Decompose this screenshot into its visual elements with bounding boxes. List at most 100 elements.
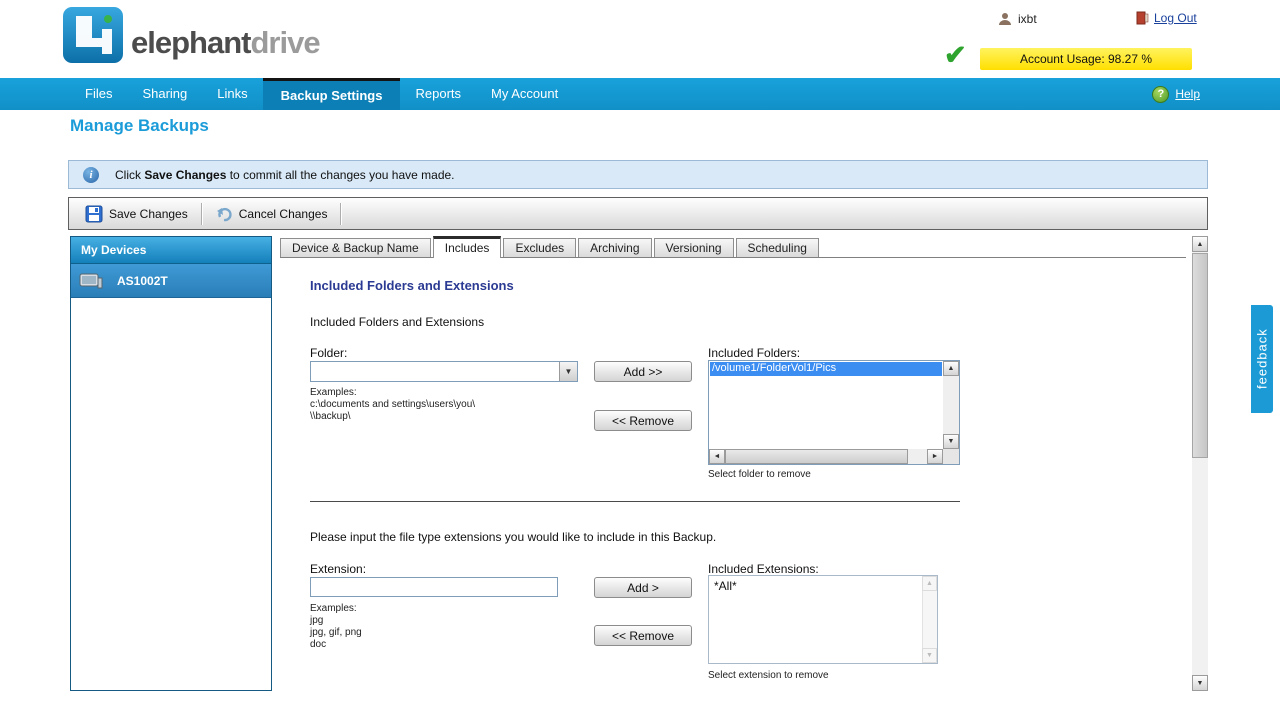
save-changes-label: Save Changes	[109, 206, 188, 221]
extensions-vertical-scrollbar[interactable]: ▲ ▼	[922, 576, 937, 663]
page-title: Manage Backups	[70, 116, 209, 135]
folders-vertical-scrollbar[interactable]: ▲ ▼	[943, 361, 959, 449]
extensions-instruction: Please input the file type extensions yo…	[310, 530, 717, 544]
logo-text: elephantdrive	[131, 25, 321, 64]
user-info: ixbt	[998, 12, 1037, 26]
folder-example-1: c:\documents and settings\users\you\	[310, 399, 476, 410]
info-message-bold: Save Changes	[144, 167, 227, 182]
feedback-tab[interactable]: feedback	[1251, 305, 1273, 413]
vertical-scroll-thumb[interactable]	[1192, 253, 1208, 458]
checkmark-icon: ✔	[944, 40, 967, 70]
included-folders-listbox[interactable]: /volume1/FolderVol1/Pics ▲ ▼ ◄ ►	[708, 360, 960, 465]
cancel-icon	[216, 207, 232, 221]
logout-link[interactable]: Log Out	[1154, 11, 1197, 25]
included-folder-item-selected[interactable]: /volume1/FolderVol1/Pics	[710, 362, 942, 376]
scroll-right-icon[interactable]: ►	[927, 449, 943, 464]
toolbar-separator	[340, 202, 342, 225]
help-icon: ?	[1152, 85, 1170, 103]
remove-folder-button[interactable]: << Remove	[594, 410, 692, 431]
account-usage-text: Account Usage: 98.27 %	[1019, 52, 1153, 66]
device-name: AS1002T	[117, 273, 168, 288]
logo-text-elephant: elephant	[131, 25, 251, 60]
tab-scheduling[interactable]: Scheduling	[735, 238, 819, 258]
logout-icon	[1136, 11, 1149, 25]
devices-panel-title: My Devices	[71, 237, 271, 264]
scroll-left-icon[interactable]: ◄	[709, 449, 725, 464]
tab-archiving[interactable]: Archiving	[578, 238, 652, 258]
device-icon	[79, 273, 103, 288]
remove-extension-button[interactable]: << Remove	[594, 625, 692, 646]
device-item-as1002t[interactable]: AS1002T	[71, 264, 271, 298]
extension-example-2: jpg, gif, png	[310, 627, 362, 638]
save-icon	[85, 205, 103, 222]
section-subheading: Included Folders and Extensions	[310, 315, 485, 329]
main-nav: Files Sharing Links Backup Settings Repo…	[0, 78, 1280, 110]
folders-horizontal-scrollbar[interactable]: ◄ ►	[709, 449, 943, 464]
nav-item-files[interactable]: Files	[70, 78, 127, 110]
tab-versioning[interactable]: Versioning	[653, 238, 734, 258]
panel-scrollbar[interactable]: ▲ ▼	[1192, 236, 1208, 691]
nav-item-backup-settings[interactable]: Backup Settings	[262, 78, 401, 110]
add-extension-button[interactable]: Add >	[594, 577, 692, 598]
nav-item-links[interactable]: Links	[202, 78, 262, 110]
section-divider	[310, 501, 960, 502]
horizontal-scroll-thumb[interactable]	[725, 449, 908, 464]
extension-input[interactable]	[310, 577, 558, 597]
extension-example-3: doc	[310, 639, 327, 650]
nav-item-my-account[interactable]: My Account	[476, 78, 573, 110]
included-extensions-listbox[interactable]: *All* ▲ ▼	[708, 575, 938, 664]
tab-excludes[interactable]: Excludes	[503, 238, 577, 258]
cancel-changes-label: Cancel Changes	[238, 206, 328, 221]
account-usage-badge: Account Usage: 98.27 %	[980, 48, 1192, 70]
backup-tabs: Device & Backup Name Includes Excludes A…	[280, 236, 1186, 258]
extension-examples-title: Examples:	[310, 603, 357, 614]
includes-tab-content: Included Folders and Extensions Included…	[280, 258, 1186, 691]
scroll-down-icon[interactable]: ▼	[943, 434, 959, 449]
add-folder-button[interactable]: Add >>	[594, 361, 692, 382]
section-heading: Included Folders and Extensions	[310, 278, 514, 293]
extension-label: Extension:	[310, 562, 367, 576]
select-extension-hint: Select extension to remove	[708, 670, 829, 681]
toolbar: Save Changes Cancel Changes	[68, 197, 1208, 230]
user-icon	[999, 13, 1011, 25]
scroll-down-icon[interactable]: ▼	[922, 648, 937, 663]
info-bar: i Click Save Changes to commit all the c…	[68, 160, 1208, 189]
tab-includes[interactable]: Includes	[432, 236, 502, 258]
included-extension-item[interactable]: *All*	[709, 576, 937, 596]
scrollbar-corner	[943, 449, 959, 464]
extension-example-1: jpg	[310, 615, 324, 626]
select-folder-hint: Select folder to remove	[708, 469, 811, 480]
info-message-prefix: Click	[115, 167, 145, 182]
save-changes-button[interactable]: Save Changes	[77, 202, 196, 226]
nav-item-sharing[interactable]: Sharing	[127, 78, 202, 110]
info-message: Click Save Changes to commit all the cha…	[115, 168, 455, 182]
scroll-up-icon[interactable]: ▲	[943, 361, 959, 376]
folder-label: Folder:	[310, 346, 348, 360]
folder-example-2: \\backup\	[310, 411, 351, 422]
logo-text-drive: drive	[250, 25, 320, 60]
app-header: elephantdrive ixbt Log Out ✔ Account Usa…	[0, 0, 1280, 78]
chevron-down-icon[interactable]: ▼	[559, 362, 577, 381]
devices-panel: My Devices AS1002T	[70, 236, 272, 691]
scroll-down-icon[interactable]: ▼	[1192, 675, 1208, 691]
help-label: Help	[1175, 87, 1200, 101]
elephantdrive-logo[interactable]: elephantdrive	[62, 6, 321, 64]
included-folders-label: Included Folders:	[708, 346, 801, 360]
backup-settings-panel: Device & Backup Name Includes Excludes A…	[280, 236, 1186, 691]
info-message-suffix: to commit all the changes you have made.	[226, 167, 455, 182]
scroll-up-icon[interactable]: ▲	[1192, 236, 1208, 252]
nav-items: Files Sharing Links Backup Settings Repo…	[70, 78, 1280, 110]
info-icon: i	[83, 166, 99, 183]
nav-item-reports[interactable]: Reports	[400, 78, 476, 110]
elephantdrive-logo-icon	[63, 7, 123, 63]
tab-device-backup-name[interactable]: Device & Backup Name	[280, 238, 431, 258]
folder-dropdown[interactable]: ▼	[310, 361, 578, 382]
scroll-up-icon[interactable]: ▲	[922, 576, 937, 591]
username: ixbt	[1018, 12, 1037, 26]
included-extensions-label: Included Extensions:	[708, 562, 819, 576]
help[interactable]: ? Help	[1152, 78, 1200, 110]
logout[interactable]: Log Out	[1136, 11, 1197, 25]
toolbar-separator	[200, 202, 202, 225]
cancel-changes-button[interactable]: Cancel Changes	[207, 203, 336, 225]
folder-examples-title: Examples:	[310, 387, 357, 398]
